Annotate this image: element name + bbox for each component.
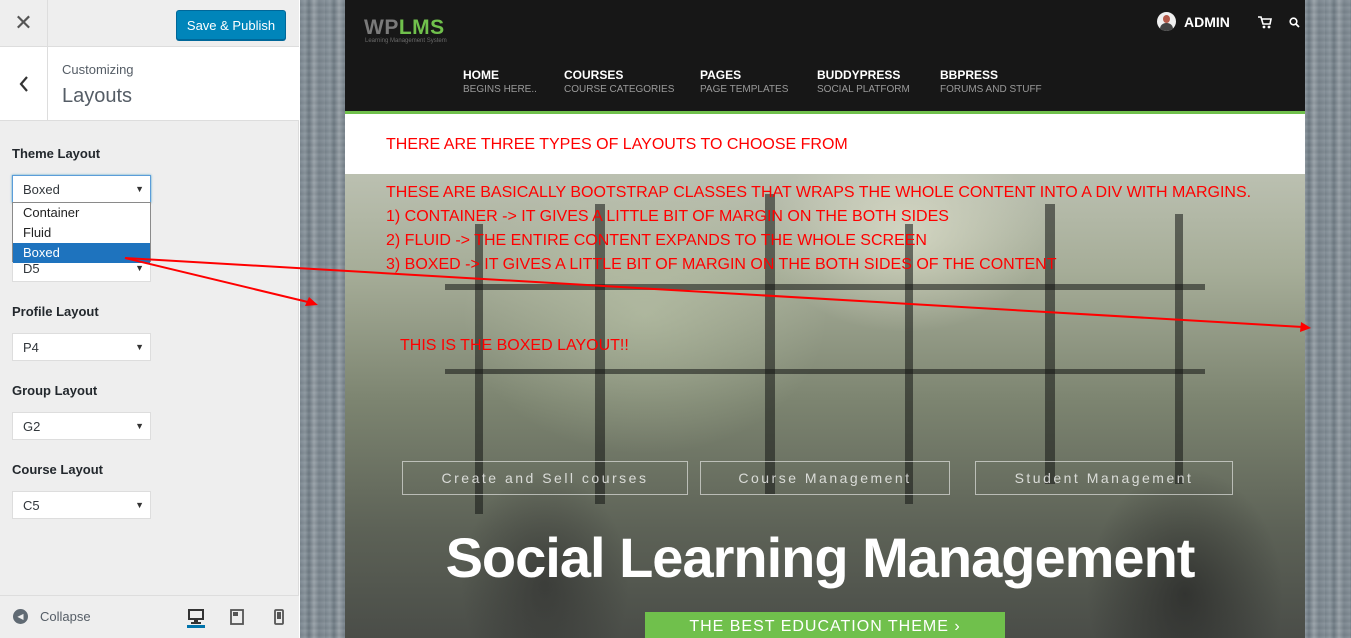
collapse-label: Collapse (40, 609, 91, 624)
site-header: WPLMS Learning Management System ADMIN H… (345, 0, 1305, 114)
save-publish-button[interactable]: Save & Publish (176, 10, 286, 40)
admin-menu[interactable]: ADMIN (1157, 12, 1230, 31)
annotation-heading: THERE ARE THREE TYPES OF LAYOUTS TO CHOO… (386, 136, 848, 153)
nav-courses[interactable]: COURSES COURSE CATEGORIES (564, 68, 674, 95)
cart-button[interactable] (1258, 16, 1272, 34)
hero-title: Social Learning Management (445, 526, 1196, 589)
collapse-icon: ◀ (13, 609, 28, 624)
group-layout-value: G2 (23, 418, 41, 434)
annotation-line: 3) BOXED -> IT GIVES A LITTLE BIT OF MAR… (386, 256, 1057, 273)
chevron-left-icon (19, 75, 28, 92)
annotation-line: 1) CONTAINER -> IT GIVES A LITTLE BIT OF… (386, 208, 949, 225)
collapse-button[interactable]: ◀ Collapse (13, 609, 91, 624)
admin-label: ADMIN (1184, 13, 1230, 30)
option-container[interactable]: Container (13, 203, 150, 223)
theme-layout-label: Theme Layout (12, 146, 101, 161)
customizing-label: Customizing (62, 62, 134, 77)
close-customizer-button[interactable]: ✕ (0, 0, 48, 46)
mobile-icon (274, 609, 284, 625)
window-frame (1175, 214, 1183, 484)
customizer-panel: ✕ Save & Publish Customizing Layouts The… (0, 0, 299, 638)
cart-icon (1258, 16, 1272, 29)
chevron-down-icon: ▼ (135, 500, 144, 510)
nav-buddypress[interactable]: BUDDYPRESS SOCIAL PLATFORM (817, 68, 910, 95)
chevron-down-icon: ▼ (135, 421, 144, 431)
hero-button-create-sell[interactable]: Create and Sell courses (402, 461, 688, 495)
annotation-line: 2) FLUID -> THE ENTIRE CONTENT EXPANDS T… (386, 232, 927, 249)
logo-tagline: Learning Management System (365, 38, 447, 44)
annotation-line: THESE ARE BASICALLY BOOTSTRAP CLASSES TH… (386, 184, 1252, 201)
site-preview: WPLMS Learning Management System ADMIN H… (300, 0, 1351, 638)
site-logo[interactable]: WPLMS (364, 16, 445, 40)
boxed-layout-note: THIS IS THE BOXED LAYOUT!! (400, 337, 629, 354)
course-layout-label: Course Layout (12, 462, 104, 477)
search-button[interactable] (1289, 15, 1300, 33)
desktop-preview-button[interactable] (187, 608, 205, 628)
search-icon (1289, 17, 1300, 28)
section-title: Layouts (62, 85, 133, 107)
nav-bbpress[interactable]: BBPRESS FORUMS AND STUFF (940, 68, 1042, 95)
window-frame (445, 284, 1205, 290)
back-button[interactable] (0, 47, 48, 120)
group-layout-select[interactable]: G2 ▼ (12, 412, 151, 440)
course-layout-select[interactable]: C5 ▼ (12, 491, 151, 519)
nav-pages[interactable]: PAGES PAGE TEMPLATES (700, 68, 788, 95)
avatar (1157, 12, 1176, 31)
chevron-down-icon: ▼ (135, 342, 144, 352)
hero-button-student-management[interactable]: Student Management (975, 461, 1233, 495)
course-layout-value: C5 (23, 497, 40, 513)
customizer-header: ✕ Save & Publish (0, 0, 299, 47)
chevron-down-icon: ▼ (135, 263, 144, 273)
chevron-down-icon: ▼ (135, 184, 144, 194)
customizer-footer: ◀ Collapse (0, 595, 299, 638)
window-frame (1045, 204, 1055, 484)
profile-layout-label: Profile Layout (12, 304, 99, 319)
theme-layout-select[interactable]: Boxed ▼ (12, 175, 151, 203)
mobile-preview-button[interactable] (270, 608, 288, 626)
profile-layout-select[interactable]: P4 ▼ (12, 333, 151, 361)
profile-layout-value: P4 (23, 339, 39, 355)
tablet-icon (230, 609, 244, 625)
option-boxed[interactable]: Boxed (13, 243, 150, 263)
theme-layout-dropdown: Container Fluid Boxed (12, 202, 151, 263)
nav-home[interactable]: HOME BEGINS HERE.. (463, 68, 537, 95)
option-fluid[interactable]: Fluid (13, 223, 150, 243)
window-frame (445, 369, 1205, 374)
cta-button[interactable]: THE BEST EDUCATION THEME › (645, 612, 1005, 638)
tablet-preview-button[interactable] (228, 608, 246, 626)
hero-button-course-management[interactable]: Course Management (700, 461, 950, 495)
group-layout-label: Group Layout (12, 383, 98, 398)
boxed-site-container: WPLMS Learning Management System ADMIN H… (345, 0, 1305, 638)
section-title-area: Customizing Layouts (0, 47, 299, 121)
theme-layout-value: Boxed (23, 181, 60, 197)
desktop-icon (188, 609, 204, 624)
